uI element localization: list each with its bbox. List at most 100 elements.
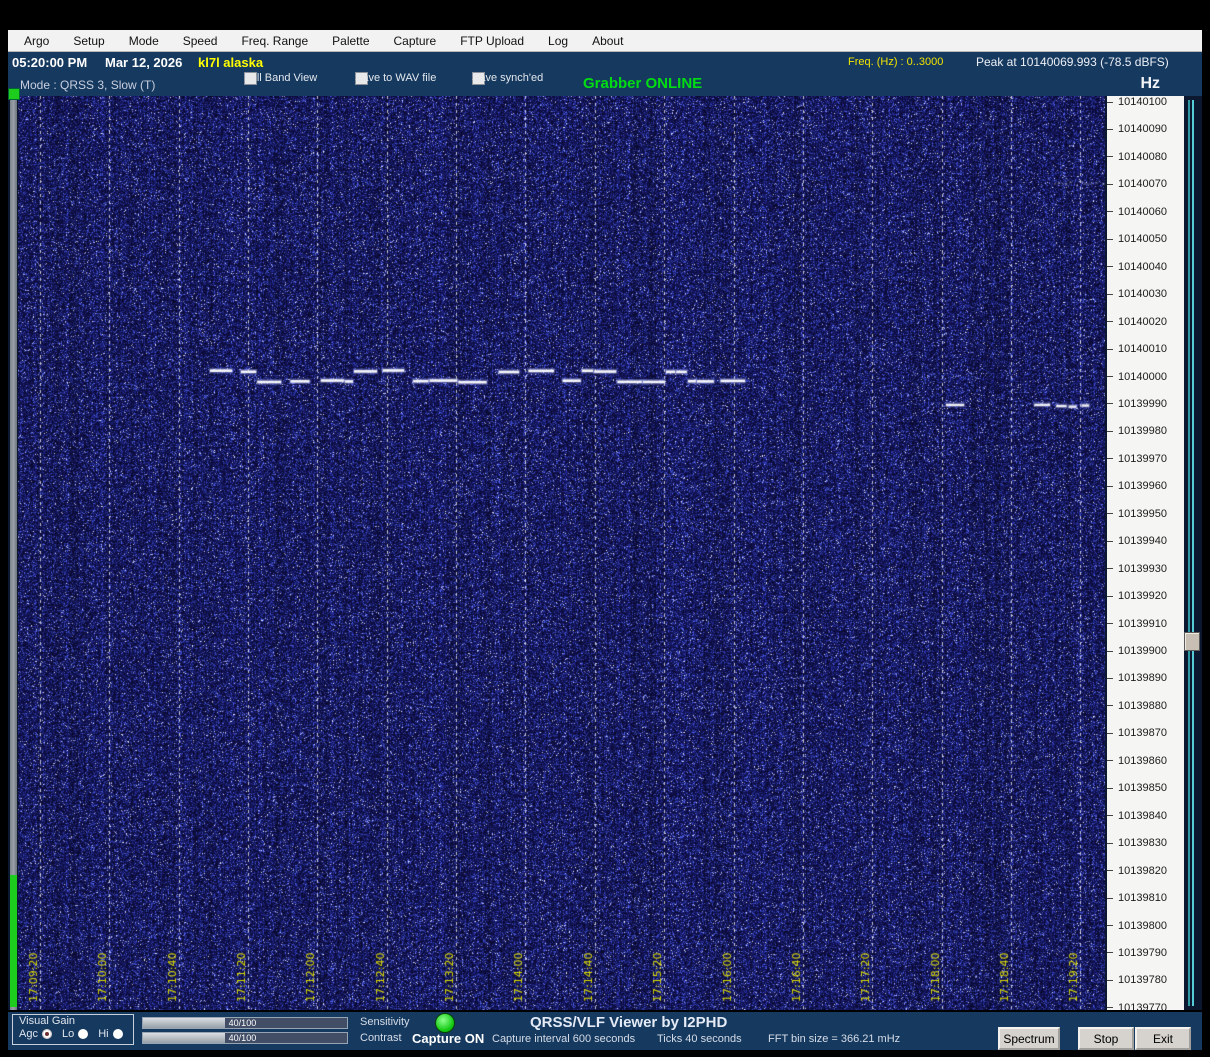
- menu-palette[interactable]: Palette: [332, 34, 369, 48]
- slider-fill: [143, 1033, 225, 1043]
- freq-value: 10139980: [1118, 425, 1167, 438]
- freq-tick-mark: [1107, 650, 1113, 652]
- freq-scale-label: 10139890: [1107, 671, 1167, 685]
- capture-status: Capture ON: [412, 1031, 485, 1046]
- slider-fill: [143, 1018, 225, 1028]
- menu-speed[interactable]: Speed: [183, 34, 218, 48]
- fft-bin-size-label: FFT bin size = 366.21 mHz: [768, 1033, 901, 1045]
- stop-button[interactable]: Stop: [1078, 1027, 1134, 1050]
- frequency-scale[interactable]: 10140100 10140090 10140080 10140070 10140060…: [1107, 96, 1184, 1010]
- freq-scale-label: 10140100: [1107, 96, 1167, 109]
- freq-value: 10140070: [1118, 178, 1167, 191]
- freq-value: 10140030: [1118, 288, 1167, 301]
- capture-indicator-light: [435, 1013, 455, 1033]
- exit-button[interactable]: Exit: [1135, 1027, 1191, 1050]
- freq-value: 10139900: [1118, 645, 1167, 657]
- freq-value: 10140010: [1118, 343, 1167, 356]
- freq-tick-mark: [1107, 925, 1113, 926]
- freq-value: 10139850: [1118, 782, 1167, 795]
- freq-scale-label: 10139860: [1107, 754, 1167, 768]
- freq-scale-label: 10140060: [1107, 205, 1167, 219]
- freq-value: 10139770: [1118, 1001, 1167, 1010]
- freq-tick-mark: [1107, 677, 1113, 679]
- contrast-slider[interactable]: 40/100: [142, 1032, 348, 1044]
- freq-scale-label: 10140080: [1107, 150, 1167, 164]
- freq-value: 10139820: [1118, 864, 1167, 877]
- menu-ftp-upload[interactable]: FTP Upload: [460, 34, 524, 48]
- hi-radio[interactable]: [112, 1029, 123, 1039]
- freq-scale-label: 10139960: [1107, 479, 1167, 493]
- frequency-scroll-thumb[interactable]: [1184, 632, 1200, 651]
- mode-label: Mode : QRSS 3, Slow (T): [20, 78, 156, 92]
- freq-value: 10139970: [1118, 452, 1167, 465]
- freq-tick-mark: [1107, 842, 1113, 844]
- freq-tick-mark: [1107, 156, 1113, 158]
- freq-tick-mark: [1107, 211, 1113, 213]
- freq-tick-mark: [1107, 293, 1113, 295]
- freq-scale-label: 10139840: [1107, 809, 1167, 823]
- menu-argo[interactable]: Argo: [24, 34, 49, 48]
- menu-mode[interactable]: Mode: [129, 34, 159, 48]
- freq-value: 10140050: [1118, 233, 1167, 246]
- freq-value: 10139950: [1118, 507, 1167, 520]
- sensitivity-value: 40/100: [228, 1018, 257, 1028]
- lo-radio[interactable]: [78, 1029, 89, 1039]
- checkbox-label: Save synch'ed: [472, 72, 544, 84]
- capture-interval-label: Capture interval 600 seconds: [492, 1033, 636, 1045]
- freq-value: 10139810: [1118, 892, 1167, 905]
- clock-date: Mar 12, 2026: [105, 55, 183, 70]
- app-title: QRSS/VLF Viewer by I2PHD: [530, 1014, 728, 1031]
- freq-tick-mark: [1107, 403, 1113, 405]
- clock-time: 05:20:00 PM: [12, 55, 88, 70]
- freq-tick-mark: [1107, 732, 1113, 734]
- freq-scale-label: 10139820: [1107, 864, 1167, 878]
- freq-tick-mark: [1107, 623, 1113, 625]
- main-area: 10140100 10140090 10140080 10140070 10140060…: [8, 88, 1202, 1010]
- menu-freq-range[interactable]: Freq. Range: [241, 34, 308, 48]
- bottom-control-bar: Visual Gain Agc Lo Hi 40/100 40/100 Sens…: [8, 1012, 1202, 1050]
- callsign-label: kl7l alaska: [198, 55, 264, 70]
- agc-radio-label: Agc: [19, 1028, 38, 1040]
- menu-log[interactable]: Log: [548, 34, 568, 48]
- freq-tick-mark: [1107, 376, 1113, 377]
- menu-setup[interactable]: Setup: [73, 34, 104, 48]
- freq-value: 10139830: [1118, 837, 1167, 850]
- freq-value: 10140020: [1118, 315, 1167, 328]
- freq-scale-label: 10140070: [1107, 177, 1167, 191]
- checkbox-label: Full Band View: [244, 72, 318, 84]
- freq-value: 10139780: [1118, 974, 1167, 987]
- grabber-status: Grabber ONLINE: [583, 75, 703, 92]
- freq-scale-label: 10139810: [1107, 891, 1167, 905]
- freq-value: 10139920: [1118, 590, 1167, 603]
- freq-value: 10139910: [1118, 617, 1167, 630]
- freq-scale-label: 10139880: [1107, 699, 1167, 713]
- freq-scale-label: 10139780: [1107, 973, 1167, 987]
- freq-value: 10139890: [1118, 672, 1167, 685]
- freq-scale-label: 10139950: [1107, 507, 1167, 521]
- menu-about[interactable]: About: [592, 34, 623, 48]
- freq-tick-mark: [1107, 321, 1113, 323]
- freq-scale-label: 10139930: [1107, 562, 1167, 576]
- spectrum-button[interactable]: Spectrum: [998, 1027, 1060, 1050]
- freq-tick-mark: [1107, 430, 1113, 432]
- level-gauge-fill: [10, 875, 17, 1007]
- freq-value: 10139880: [1118, 699, 1167, 712]
- freq-scale-label: 10140000: [1107, 370, 1167, 384]
- freq-scale-label: 10139970: [1107, 452, 1167, 466]
- visual-gain-label: Visual Gain: [19, 1015, 76, 1027]
- menu-capture[interactable]: Capture: [394, 34, 437, 48]
- freq-scale-label: 10140020: [1107, 315, 1167, 329]
- argo-window: Argo Setup Mode Speed Freq. Range Palette Capt…: [0, 0, 1210, 1057]
- freq-scale-label: 10139990: [1107, 397, 1167, 411]
- freq-value: 10139940: [1118, 535, 1167, 548]
- sensitivity-slider[interactable]: 40/100: [142, 1017, 348, 1029]
- band-marker-line: [1192, 100, 1194, 1006]
- freq-tick-mark: [1107, 705, 1113, 707]
- spectrogram-waterfall[interactable]: [18, 96, 1105, 1010]
- freq-range-readout: Freq. (Hz) : 0..3000: [848, 56, 944, 68]
- freq-scale-label: 10139900: [1107, 644, 1167, 658]
- agc-radio[interactable]: [41, 1029, 52, 1039]
- freq-scale-label: 10139910: [1107, 617, 1167, 631]
- freq-value: 10139860: [1118, 754, 1167, 767]
- freq-value: 10140080: [1118, 150, 1167, 163]
